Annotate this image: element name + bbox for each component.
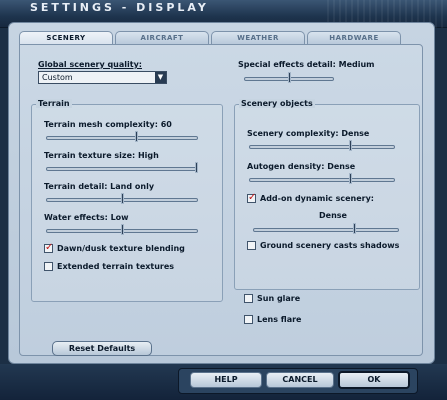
- dawn-dusk-checkbox[interactable]: [44, 242, 53, 253]
- scenery-objects-group: Scenery objects Scenery complexity: Dens…: [234, 99, 420, 290]
- slider-thumb[interactable]: [349, 173, 352, 184]
- terrain-group: Terrain Terrain mesh complexity: 60 Terr…: [31, 99, 223, 302]
- terrain-detail-label: Terrain detail: Land only: [44, 182, 155, 191]
- scenery-complexity-slider[interactable]: [249, 140, 395, 151]
- global-scenery-quality-select[interactable]: Custom ▼: [38, 71, 167, 84]
- extended-terrain-checkbox[interactable]: [44, 262, 53, 271]
- addon-scenery-checkbox[interactable]: [247, 192, 256, 203]
- addon-scenery-label: Add-on dynamic scenery:: [260, 194, 374, 203]
- cancel-button[interactable]: CANCEL: [266, 372, 334, 388]
- footer-bar: HELP CANCEL OK: [0, 364, 447, 400]
- water-effects-slider[interactable]: [46, 224, 198, 235]
- special-effects-label: Special effects detail: Medium: [238, 60, 375, 69]
- extended-terrain-label: Extended terrain textures: [57, 262, 175, 271]
- slider-thumb[interactable]: [288, 72, 291, 83]
- water-effects-label: Water effects: Low: [44, 213, 129, 222]
- autogen-density-slider[interactable]: [249, 173, 395, 184]
- ground-shadows-checkbox[interactable]: [247, 241, 256, 250]
- terrain-texture-slider[interactable]: [46, 162, 198, 173]
- slider-thumb[interactable]: [195, 162, 198, 173]
- lens-flare-label: Lens flare: [257, 315, 302, 324]
- help-button[interactable]: HELP: [190, 372, 262, 388]
- page-title: SETTINGS - DISPLAY: [30, 1, 209, 14]
- slider-thumb[interactable]: [135, 131, 138, 142]
- tab-aircraft[interactable]: AIRCRAFT: [115, 31, 209, 45]
- tab-bar: SCENERY AIRCRAFT WEATHER HARDWARE: [19, 31, 401, 46]
- tab-weather[interactable]: WEATHER: [211, 31, 305, 45]
- terrain-group-title: Terrain: [36, 99, 72, 108]
- slider-track: [46, 136, 198, 140]
- lens-flare-checkbox[interactable]: [244, 315, 253, 324]
- slider-track: [249, 145, 395, 149]
- slider-thumb[interactable]: [121, 193, 124, 204]
- terrain-mesh-label: Terrain mesh complexity: 60: [44, 120, 172, 129]
- sun-glare-label: Sun glare: [257, 294, 301, 303]
- settings-panel: SCENERY AIRCRAFT WEATHER HARDWARE Global…: [8, 22, 435, 364]
- autogen-density-label: Autogen density: Dense: [247, 162, 356, 171]
- addon-scenery-slider[interactable]: [253, 223, 399, 234]
- tab-hardware[interactable]: HARDWARE: [307, 31, 401, 45]
- global-scenery-quality-label: Global scenery quality:: [38, 60, 142, 69]
- slider-track: [253, 228, 399, 232]
- slider-track: [46, 167, 198, 171]
- scenery-tab-content: Global scenery quality: Custom ▼ Special…: [19, 44, 423, 356]
- slider-thumb[interactable]: [121, 224, 124, 235]
- slider-thumb[interactable]: [353, 223, 356, 234]
- terrain-mesh-slider[interactable]: [46, 131, 198, 142]
- terrain-detail-slider[interactable]: [46, 193, 198, 204]
- sun-glare-checkbox[interactable]: [244, 294, 253, 303]
- slider-thumb[interactable]: [349, 140, 352, 151]
- ok-button[interactable]: OK: [338, 371, 410, 389]
- addon-scenery-value: Dense: [319, 211, 347, 220]
- reset-defaults-button[interactable]: Reset Defaults: [52, 341, 152, 356]
- global-scenery-quality-value: Custom: [42, 73, 73, 82]
- special-effects-slider[interactable]: [244, 72, 334, 83]
- ground-shadows-label: Ground scenery casts shadows: [260, 241, 400, 250]
- scenery-complexity-label: Scenery complexity: Dense: [247, 129, 370, 138]
- slider-track: [249, 178, 395, 182]
- terrain-texture-label: Terrain texture size: High: [44, 151, 159, 160]
- dawn-dusk-label: Dawn/dusk texture blending: [57, 244, 185, 253]
- chevron-down-icon[interactable]: ▼: [155, 72, 166, 83]
- scenery-objects-title: Scenery objects: [239, 99, 315, 108]
